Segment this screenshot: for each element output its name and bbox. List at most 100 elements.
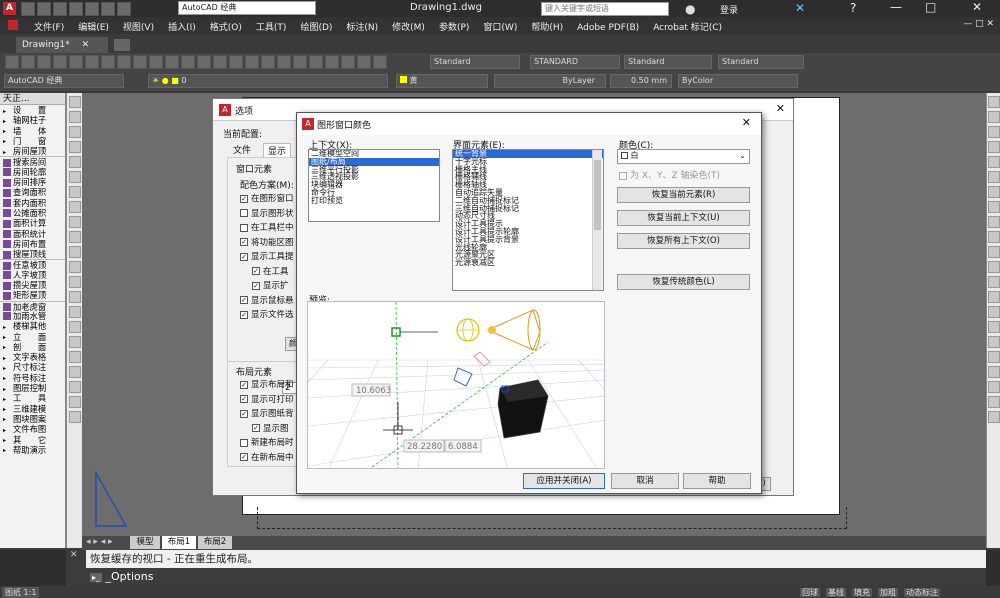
tool-icon[interactable]: [987, 126, 1000, 138]
status-toggle[interactable]: 基线: [826, 588, 846, 597]
checkbox[interactable]: ✓: [240, 296, 248, 304]
panel-item[interactable]: 搜屋顶线: [0, 249, 65, 259]
restore-classic-button[interactable]: 恢复传统颜色(L): [617, 274, 750, 290]
option-row[interactable]: 在工具栏中: [240, 221, 300, 236]
panel-item[interactable]: 加雨水管: [0, 311, 65, 321]
checkbox[interactable]: ✓: [240, 395, 248, 403]
maximize-icon[interactable]: □: [925, 0, 936, 14]
menu-item[interactable]: 窗口(W): [483, 23, 517, 33]
toolbar-icon[interactable]: [53, 55, 67, 69]
toolbar-icon[interactable]: [229, 55, 243, 69]
linetype-select[interactable]: ByLayer: [494, 74, 606, 88]
option-row[interactable]: ✓ 显示图: [240, 422, 300, 437]
panel-item[interactable]: ▸ 立 面: [0, 332, 65, 342]
panel-item[interactable]: ▸ 设 置: [0, 105, 65, 115]
toolbar-icon[interactable]: [117, 55, 131, 69]
tool-icon[interactable]: [987, 186, 1000, 198]
tint-checkbox[interactable]: [619, 171, 627, 180]
layout-nav-arrows[interactable]: ◂ ▸ ◂ ▸: [86, 537, 113, 547]
tool-icon[interactable]: [987, 396, 1000, 408]
interface-scrollbar[interactable]: [592, 150, 602, 290]
tool-icon[interactable]: [68, 186, 81, 198]
tool-icon[interactable]: [68, 141, 81, 153]
panel-item[interactable]: ▸ 帮助演示: [0, 445, 65, 455]
panel-item[interactable]: 人字坡顶: [0, 270, 65, 280]
workspace-select[interactable]: AutoCAD 经典: [178, 1, 316, 15]
checkbox[interactable]: ✓: [240, 194, 248, 203]
tool-icon[interactable]: [68, 291, 81, 303]
menu-item[interactable]: Acrobat 标记(C): [653, 23, 722, 33]
tool-icon[interactable]: [68, 306, 81, 318]
tool-icon[interactable]: [68, 381, 81, 393]
toolbar-icon[interactable]: [213, 55, 227, 69]
app-menu-icon[interactable]: [8, 20, 18, 30]
tool-icon[interactable]: [987, 231, 1000, 243]
tool-icon[interactable]: [68, 171, 81, 183]
checkbox[interactable]: [240, 438, 248, 447]
list-item[interactable]: 光源衰减区: [453, 259, 603, 267]
tool-icon[interactable]: [987, 261, 1000, 273]
panel-item[interactable]: 公摊面积: [0, 208, 65, 218]
toolbar-icon[interactable]: [5, 55, 19, 69]
option-row[interactable]: 显示图形状: [240, 207, 300, 222]
tab-model[interactable]: 模型: [130, 536, 160, 549]
toolbar-icon[interactable]: [165, 55, 179, 69]
menu-item[interactable]: 标注(N): [346, 23, 378, 33]
layer-select[interactable]: ☀ ● ■ 0: [148, 74, 388, 88]
toolbar-icon[interactable]: [261, 55, 275, 69]
tint-axes-option[interactable]: 为 X、Y、Z 轴染色(T): [619, 168, 720, 181]
help-button[interactable]: 帮助: [683, 473, 751, 489]
option-row[interactable]: ✓ 显示扩: [240, 279, 300, 294]
tool-icon[interactable]: [987, 291, 1000, 303]
tool-icon[interactable]: [987, 216, 1000, 228]
tool-icon[interactable]: [987, 321, 1000, 333]
color-dropdown[interactable]: 白 ⌄: [617, 149, 750, 164]
save-icon[interactable]: [53, 2, 67, 16]
tool-icon[interactable]: [68, 111, 81, 123]
tool-icon[interactable]: [987, 141, 1000, 153]
command-input[interactable]: ▸_ _Options: [86, 568, 986, 586]
tool-icon[interactable]: [68, 156, 81, 168]
option-row[interactable]: ✓ 显示布局和: [240, 378, 300, 393]
plotstyle-select[interactable]: ByColor: [678, 74, 798, 88]
menu-item[interactable]: 修改(M): [392, 23, 425, 33]
menu-item[interactable]: 参数(P): [439, 23, 469, 33]
login-icon[interactable]: ●: [685, 2, 695, 16]
status-toggle[interactable]: 动态标注: [904, 588, 940, 597]
menu-item[interactable]: 帮助(H): [531, 23, 563, 33]
toolbar-icon[interactable]: [325, 55, 339, 69]
menu-item[interactable]: 工具(T): [256, 23, 287, 33]
panel-item[interactable]: ▸ 墙 体: [0, 126, 65, 136]
checkbox[interactable]: ✓: [240, 252, 248, 261]
tool-icon[interactable]: [68, 276, 81, 288]
panel-item[interactable]: ▸ 剖 面: [0, 342, 65, 352]
checkbox[interactable]: ✓: [240, 453, 248, 461]
restore-element-button[interactable]: 恢复当前元素(R): [617, 187, 750, 203]
panel-item[interactable]: ▸ 三维建模: [0, 404, 65, 414]
menu-window-controls[interactable]: — □ ✕: [963, 19, 994, 29]
tool-icon[interactable]: [987, 366, 1000, 378]
panel-item[interactable]: ▸ 工 具: [0, 393, 65, 403]
status-toggle[interactable]: 加粗: [878, 588, 898, 597]
menu-item[interactable]: Adobe PDF(B): [577, 23, 639, 33]
panel-item[interactable]: ▸ 图块图案: [0, 414, 65, 424]
menu-item[interactable]: 格式(O): [210, 23, 242, 33]
option-row[interactable]: 新建布局时: [240, 436, 300, 451]
panel-item[interactable]: ▸ 文字表格: [0, 352, 65, 362]
toolbar-icon[interactable]: [341, 55, 355, 69]
list-item[interactable]: 打印预览: [309, 196, 439, 205]
toolbar-icon[interactable]: [133, 55, 147, 69]
options-close-icon[interactable]: ✕: [776, 102, 785, 115]
context-list[interactable]: 二维模型空间 图纸/布局 三维平行投影 三维透视投影 块编辑器 命令行 打印预览: [308, 149, 440, 222]
tool-icon[interactable]: [987, 336, 1000, 348]
panel-item[interactable]: 任意坡顶: [0, 259, 65, 270]
toolbar-icon[interactable]: [309, 55, 323, 69]
redo-icon[interactable]: [117, 2, 131, 16]
checkbox[interactable]: ✓: [240, 380, 248, 389]
tool-icon[interactable]: [987, 351, 1000, 363]
tool-icon[interactable]: [987, 96, 1000, 108]
toolbar-icon[interactable]: [37, 55, 51, 69]
tool-icon[interactable]: [68, 411, 81, 423]
dim-style-select[interactable]: STANDARD: [530, 55, 620, 69]
login-link[interactable]: 登录: [720, 3, 738, 16]
